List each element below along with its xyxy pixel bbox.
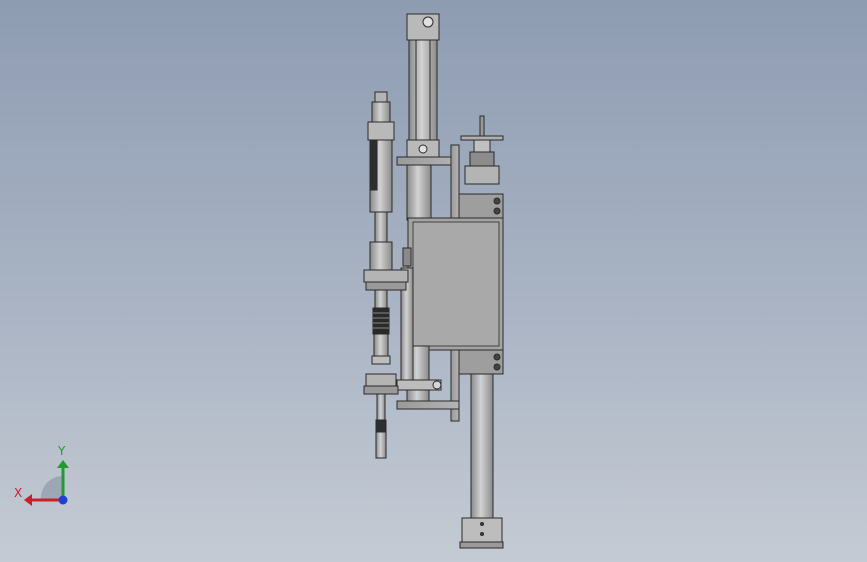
top-fitting	[460, 115, 504, 185]
triad-plane	[40, 475, 63, 500]
upper-bracket	[458, 193, 504, 219]
cad-viewport[interactable]: Y X	[0, 0, 867, 562]
y-axis-label: Y	[57, 444, 66, 458]
main-block	[402, 217, 504, 351]
lower-guide-rod	[459, 373, 504, 549]
x-axis-arrowhead	[24, 494, 32, 506]
x-axis-label: X	[14, 486, 22, 500]
lower-bracket	[458, 349, 504, 375]
coordinate-triad: Y X	[14, 444, 69, 506]
y-axis-arrowhead	[57, 460, 69, 468]
pneumatic-cylinder	[396, 13, 460, 166]
mechanism-assembly	[363, 13, 504, 549]
z-axis-dot	[58, 495, 68, 505]
